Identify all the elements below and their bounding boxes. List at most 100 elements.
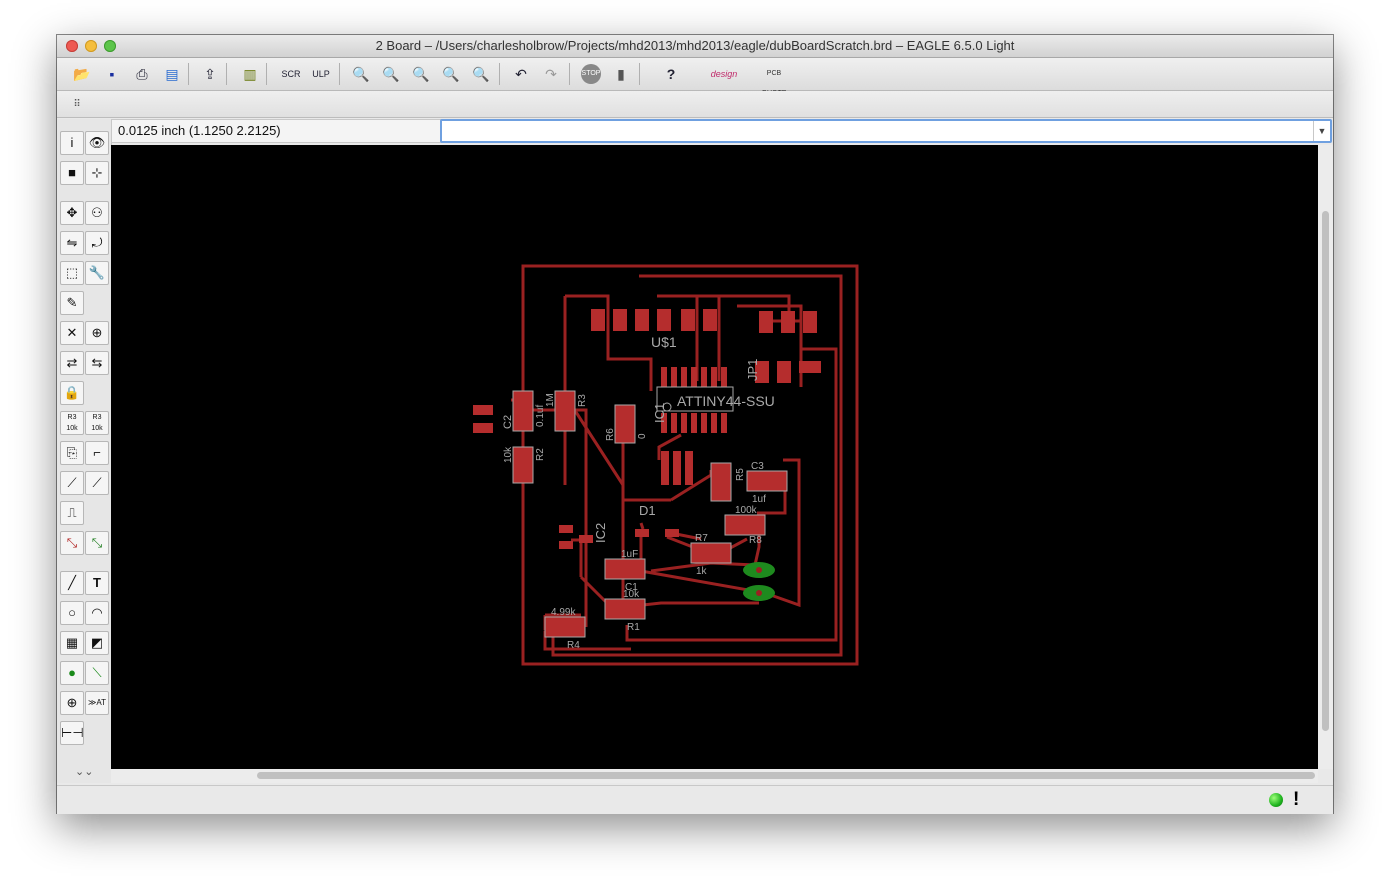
pcb-drawing: U$1 JP1 IC1 ATTINY44-SSU C2 0.1uf R3 1M … bbox=[473, 264, 859, 666]
d1-label: D1 bbox=[639, 503, 656, 518]
script-icon[interactable]: SCR bbox=[281, 64, 301, 84]
go-icon[interactable]: ▮ bbox=[611, 64, 631, 84]
pinswap-icon[interactable]: ⇆ bbox=[85, 351, 109, 375]
design-link-logo[interactable]: design bbox=[701, 64, 747, 84]
r8-value-label: 100k bbox=[735, 505, 758, 516]
coordinate-bar: 0.0125 inch (1.1250 2.2125) ▼ bbox=[111, 119, 1333, 143]
optimize-icon[interactable]: ⟋ bbox=[85, 471, 109, 495]
dimension-icon[interactable]: ⊢⊣ bbox=[60, 721, 84, 745]
more-tools-icon[interactable]: ⌄⌄ bbox=[75, 765, 93, 778]
value-icon[interactable]: R3 10k bbox=[85, 411, 109, 435]
command-input[interactable]: ▼ bbox=[440, 119, 1332, 143]
grid-icon[interactable]: ⠿ bbox=[67, 95, 87, 115]
command-history-dropdown-icon[interactable]: ▼ bbox=[1313, 121, 1330, 141]
command-toolbar: i 👁 ■ ⊹ ✥ ⚇ ⇋ ⤾ ⬚ 🔧 ✎ ✕ ⊕ ⇄ ⇆ 🔒 R3 10k R3… bbox=[57, 119, 112, 783]
r3-value-label: 1M bbox=[545, 393, 556, 407]
delete-icon[interactable]: ✕ bbox=[60, 321, 84, 345]
ripup-icon[interactable]: ⤡ bbox=[85, 531, 109, 555]
u1-label: U$1 bbox=[651, 334, 677, 350]
ic1-label: IC1 bbox=[652, 403, 667, 423]
rect-icon[interactable]: ▦ bbox=[60, 631, 84, 655]
text-icon[interactable]: T bbox=[85, 571, 109, 595]
zoom-fit-icon[interactable]: 🔍 bbox=[351, 64, 371, 84]
meander-icon[interactable]: ⎍ bbox=[60, 501, 84, 525]
main-toolbar: 📂 ▪ ⎙ ▤ ⇪ ▥ SCR ULP 🔍 🔍 🔍 🔍 🔍 ↶ ↷ STOP ▮… bbox=[57, 58, 1333, 97]
r7-value-label: 1k bbox=[696, 566, 708, 577]
add-icon[interactable]: ⊕ bbox=[85, 321, 109, 345]
move-icon[interactable]: ✥ bbox=[60, 201, 84, 225]
zoom-redraw-icon[interactable]: 🔍 bbox=[441, 64, 461, 84]
r1-label: R1 bbox=[627, 622, 640, 633]
status-bar: ! bbox=[57, 785, 1333, 814]
print-icon[interactable]: ⎙ bbox=[132, 64, 152, 84]
miter-icon[interactable]: ⌐ bbox=[85, 441, 109, 465]
arc-icon[interactable]: ◠ bbox=[85, 601, 109, 625]
lock-icon[interactable]: 🔒 bbox=[60, 381, 84, 405]
via-icon[interactable]: ● bbox=[60, 661, 84, 685]
paste-icon[interactable]: ✎ bbox=[60, 291, 84, 315]
library-icon[interactable]: ▥ bbox=[240, 64, 260, 84]
alert-icon[interactable]: ! bbox=[1293, 789, 1299, 811]
c2-label: C2 bbox=[502, 415, 514, 429]
board-canvas[interactable]: U$1 JP1 IC1 ATTINY44-SSU C2 0.1uf R3 1M … bbox=[111, 145, 1318, 769]
help-icon[interactable]: ? bbox=[661, 64, 681, 84]
show-icon[interactable]: 👁 bbox=[85, 131, 109, 155]
split-icon[interactable]: ⟋ bbox=[60, 471, 84, 495]
zoom-out-icon[interactable]: 🔍 bbox=[411, 64, 431, 84]
r3-label: R3 bbox=[577, 394, 588, 407]
c1-value-label: 1uF bbox=[621, 549, 638, 560]
undo-icon[interactable]: ↶ bbox=[511, 64, 531, 84]
mirror-icon[interactable]: ⇋ bbox=[60, 231, 84, 255]
display-icon[interactable]: ■ bbox=[60, 161, 84, 185]
pcb-quote-logo[interactable]: PCB QUOTE bbox=[755, 64, 793, 97]
horizontal-scroll-thumb[interactable] bbox=[257, 772, 1315, 779]
smash-icon[interactable]: ⎘ bbox=[60, 441, 84, 465]
vertical-scrollbar[interactable] bbox=[1318, 145, 1333, 769]
copy-icon[interactable]: ⚇ bbox=[85, 201, 109, 225]
status-led-icon bbox=[1269, 793, 1283, 807]
info-icon[interactable]: i bbox=[60, 131, 84, 155]
c3-value-label: 1uf bbox=[752, 494, 766, 505]
r5-label: R5 bbox=[735, 468, 746, 481]
open-icon[interactable]: 📂 bbox=[72, 64, 92, 84]
route-icon[interactable]: ⤡ bbox=[60, 531, 84, 555]
vertical-scroll-thumb[interactable] bbox=[1322, 211, 1329, 731]
ulp-icon[interactable]: ULP bbox=[311, 64, 331, 84]
r2-value-label: 10k bbox=[503, 446, 514, 463]
window-title: 2 Board – /Users/charlesholbrow/Projects… bbox=[375, 38, 1015, 53]
jp1-label: JP1 bbox=[745, 359, 760, 381]
change-icon[interactable]: 🔧 bbox=[85, 261, 109, 285]
r4-label: R4 bbox=[567, 640, 580, 651]
signal-icon[interactable]: ⟍ bbox=[85, 661, 109, 685]
ic2-label: IC2 bbox=[593, 523, 608, 543]
use-icon[interactable]: ⇪ bbox=[200, 64, 220, 84]
attribute-icon[interactable]: ≫AT bbox=[85, 691, 109, 715]
c3-label: C3 bbox=[751, 461, 764, 472]
r1-value-label: 10k bbox=[623, 589, 640, 600]
via-group bbox=[743, 562, 775, 601]
rotate-icon[interactable]: ⤾ bbox=[85, 231, 109, 255]
attiny-label: ATTINY44-SSU bbox=[677, 393, 775, 409]
horizontal-scrollbar[interactable] bbox=[111, 769, 1318, 783]
hole-icon[interactable]: ⊕ bbox=[60, 691, 84, 715]
cam-icon[interactable]: ▤ bbox=[162, 64, 182, 84]
eagle-window: 2 Board – /Users/charlesholbrow/Projects… bbox=[57, 35, 1333, 814]
circle-icon[interactable]: ○ bbox=[60, 601, 84, 625]
wire-icon[interactable]: ╱ bbox=[60, 571, 84, 595]
mark-icon[interactable]: ⊹ bbox=[85, 161, 109, 185]
replace-icon[interactable]: ⇄ bbox=[60, 351, 84, 375]
r2-label: R2 bbox=[535, 448, 546, 461]
parameter-toolbar: ⠿ bbox=[57, 91, 1333, 118]
save-icon[interactable]: ▪ bbox=[102, 64, 122, 84]
r6-label: R6 bbox=[605, 428, 616, 441]
redo-icon[interactable]: ↷ bbox=[541, 64, 561, 84]
r4-value-label: 4.99k bbox=[551, 607, 576, 618]
group-icon[interactable]: ⬚ bbox=[60, 261, 84, 285]
coordinate-readout: 0.0125 inch (1.1250 2.2125) bbox=[111, 119, 447, 143]
zoom-in-icon[interactable]: 🔍 bbox=[381, 64, 401, 84]
stop-icon[interactable]: STOP bbox=[581, 64, 601, 84]
polygon-icon[interactable]: ◩ bbox=[85, 631, 109, 655]
r8-label: R8 bbox=[749, 535, 762, 546]
zoom-select-icon[interactable]: 🔍 bbox=[471, 64, 491, 84]
name-icon[interactable]: R3 10k bbox=[60, 411, 84, 435]
